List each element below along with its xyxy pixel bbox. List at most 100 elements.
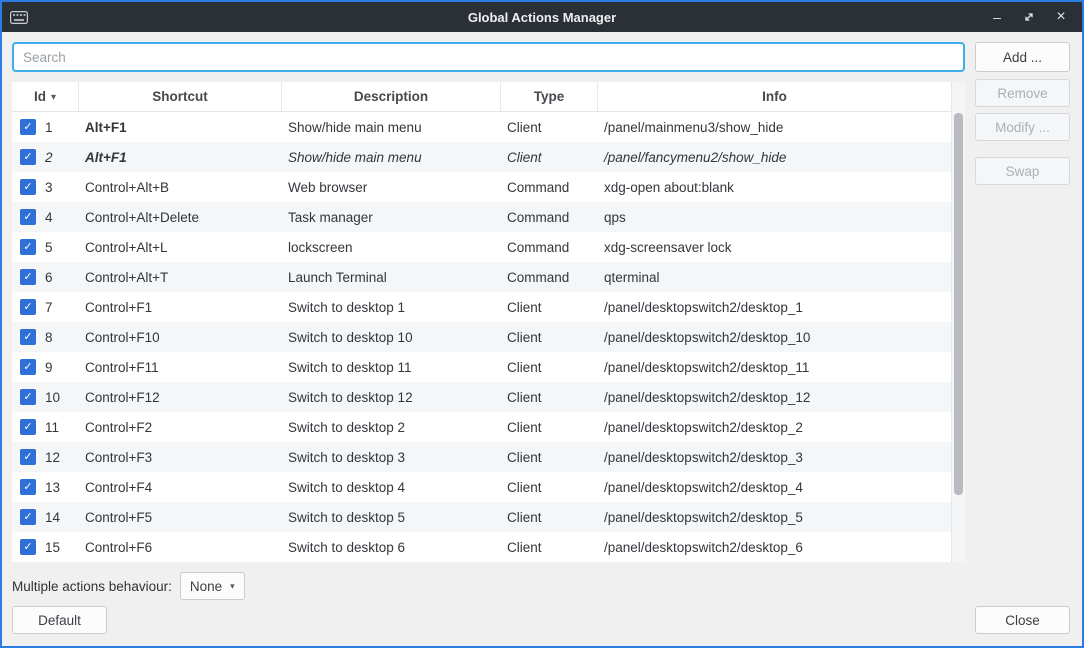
- row-info: /panel/desktopswitch2/desktop_10: [597, 330, 951, 345]
- minimize-icon[interactable]: –: [990, 10, 1004, 24]
- close-button[interactable]: Close: [975, 606, 1070, 634]
- titlebar[interactable]: Global Actions Manager – ×: [2, 2, 1082, 32]
- close-icon[interactable]: ×: [1054, 10, 1068, 24]
- row-checkbox[interactable]: ✓: [20, 299, 36, 315]
- table-row[interactable]: ✓ 10 Control+F12 Switch to desktop 12 Cl…: [12, 382, 951, 412]
- restore-icon[interactable]: [1022, 10, 1036, 24]
- row-checkbox[interactable]: ✓: [20, 449, 36, 465]
- row-shortcut: Control+F4: [78, 480, 281, 495]
- multiple-actions-select[interactable]: None ▾: [180, 572, 245, 600]
- table-row[interactable]: ✓ 12 Control+F3 Switch to desktop 3 Clie…: [12, 442, 951, 472]
- table-row[interactable]: ✓ 7 Control+F1 Switch to desktop 1 Clien…: [12, 292, 951, 322]
- check-icon: ✓: [23, 212, 32, 223]
- row-shortcut: Control+F2: [78, 420, 281, 435]
- row-id: 9: [45, 360, 53, 375]
- row-type: Client: [500, 480, 597, 495]
- row-type: Client: [500, 300, 597, 315]
- table-row[interactable]: ✓ 14 Control+F5 Switch to desktop 5 Clie…: [12, 502, 951, 532]
- row-shortcut: Control+Alt+T: [78, 270, 281, 285]
- actions-table-main: Id ▾ Shortcut Description Type Info ✓ 1 …: [12, 82, 951, 562]
- global-actions-manager-window: Global Actions Manager – × Id ▾: [0, 0, 1084, 648]
- row-id: 6: [45, 270, 53, 285]
- window-title: Global Actions Manager: [2, 10, 1082, 25]
- row-shortcut: Control+Alt+L: [78, 240, 281, 255]
- row-shortcut: Control+F1: [78, 300, 281, 315]
- row-checkbox[interactable]: ✓: [20, 509, 36, 525]
- table-row[interactable]: ✓ 9 Control+F11 Switch to desktop 11 Cli…: [12, 352, 951, 382]
- row-type: Client: [500, 420, 597, 435]
- table-row[interactable]: ✓ 8 Control+F10 Switch to desktop 10 Cli…: [12, 322, 951, 352]
- check-icon: ✓: [23, 422, 32, 433]
- modify-button: Modify ...: [975, 113, 1070, 141]
- row-checkbox[interactable]: ✓: [20, 539, 36, 555]
- row-info: /panel/fancymenu2/show_hide: [597, 150, 951, 165]
- table-row[interactable]: ✓ 6 Control+Alt+T Launch Terminal Comman…: [12, 262, 951, 292]
- row-checkbox[interactable]: ✓: [20, 419, 36, 435]
- row-checkbox[interactable]: ✓: [20, 329, 36, 345]
- row-checkbox[interactable]: ✓: [20, 389, 36, 405]
- check-icon: ✓: [23, 302, 32, 313]
- row-type: Client: [500, 390, 597, 405]
- row-shortcut: Alt+F1: [78, 150, 281, 165]
- row-checkbox[interactable]: ✓: [20, 479, 36, 495]
- add-button[interactable]: Add ...: [975, 42, 1070, 72]
- column-header-type[interactable]: Type: [500, 82, 597, 111]
- table-row[interactable]: ✓ 3 Control+Alt+B Web browser Command xd…: [12, 172, 951, 202]
- row-id: 7: [45, 300, 53, 315]
- check-icon: ✓: [23, 152, 32, 163]
- row-info: qps: [597, 210, 951, 225]
- row-checkbox[interactable]: ✓: [20, 359, 36, 375]
- row-checkbox[interactable]: ✓: [20, 119, 36, 135]
- table-row[interactable]: ✓ 11 Control+F2 Switch to desktop 2 Clie…: [12, 412, 951, 442]
- row-type: Command: [500, 210, 597, 225]
- check-icon: ✓: [23, 182, 32, 193]
- row-description: Task manager: [281, 210, 500, 225]
- search-input[interactable]: [12, 42, 965, 72]
- row-type: Client: [500, 150, 597, 165]
- row-id: 2: [45, 150, 53, 165]
- default-button[interactable]: Default: [12, 606, 107, 634]
- row-description: Switch to desktop 4: [281, 480, 500, 495]
- row-checkbox[interactable]: ✓: [20, 179, 36, 195]
- scrollbar-thumb[interactable]: [954, 113, 963, 495]
- table-row[interactable]: ✓ 15 Control+F6 Switch to desktop 6 Clie…: [12, 532, 951, 562]
- row-type: Client: [500, 450, 597, 465]
- vertical-scrollbar[interactable]: [951, 82, 965, 562]
- row-shortcut: Control+F5: [78, 510, 281, 525]
- column-header-id[interactable]: Id ▾: [12, 82, 78, 111]
- column-header-shortcut[interactable]: Shortcut: [78, 82, 281, 111]
- row-description: Web browser: [281, 180, 500, 195]
- row-id: 15: [45, 540, 60, 555]
- row-id: 12: [45, 450, 60, 465]
- row-checkbox[interactable]: ✓: [20, 269, 36, 285]
- table-row[interactable]: ✓ 1 Alt+F1 Show/hide main menu Client /p…: [12, 112, 951, 142]
- row-description: Switch to desktop 1: [281, 300, 500, 315]
- check-icon: ✓: [23, 362, 32, 373]
- actions-table: Id ▾ Shortcut Description Type Info ✓ 1 …: [12, 82, 965, 562]
- table-row[interactable]: ✓ 4 Control+Alt+Delete Task manager Comm…: [12, 202, 951, 232]
- row-checkbox[interactable]: ✓: [20, 149, 36, 165]
- row-type: Client: [500, 540, 597, 555]
- row-description: lockscreen: [281, 240, 500, 255]
- table-row[interactable]: ✓ 5 Control+Alt+L lockscreen Command xdg…: [12, 232, 951, 262]
- multiple-actions-value: None: [190, 579, 222, 594]
- row-id: 10: [45, 390, 60, 405]
- row-checkbox[interactable]: ✓: [20, 209, 36, 225]
- row-id: 11: [45, 420, 59, 435]
- keyboard-icon: [10, 11, 28, 24]
- column-header-info[interactable]: Info: [597, 82, 951, 111]
- row-info: xdg-open about:blank: [597, 180, 951, 195]
- table-row[interactable]: ✓ 2 Alt+F1 Show/hide main menu Client /p…: [12, 142, 951, 172]
- row-type: Client: [500, 510, 597, 525]
- swap-button: Swap: [975, 157, 1070, 185]
- row-id: 1: [45, 120, 53, 135]
- row-info: qterminal: [597, 270, 951, 285]
- table-row[interactable]: ✓ 13 Control+F4 Switch to desktop 4 Clie…: [12, 472, 951, 502]
- row-id: 13: [45, 480, 60, 495]
- row-description: Show/hide main menu: [281, 150, 500, 165]
- row-description: Switch to desktop 5: [281, 510, 500, 525]
- chevron-down-icon: ▾: [230, 581, 235, 592]
- row-id: 4: [45, 210, 53, 225]
- row-checkbox[interactable]: ✓: [20, 239, 36, 255]
- column-header-description[interactable]: Description: [281, 82, 500, 111]
